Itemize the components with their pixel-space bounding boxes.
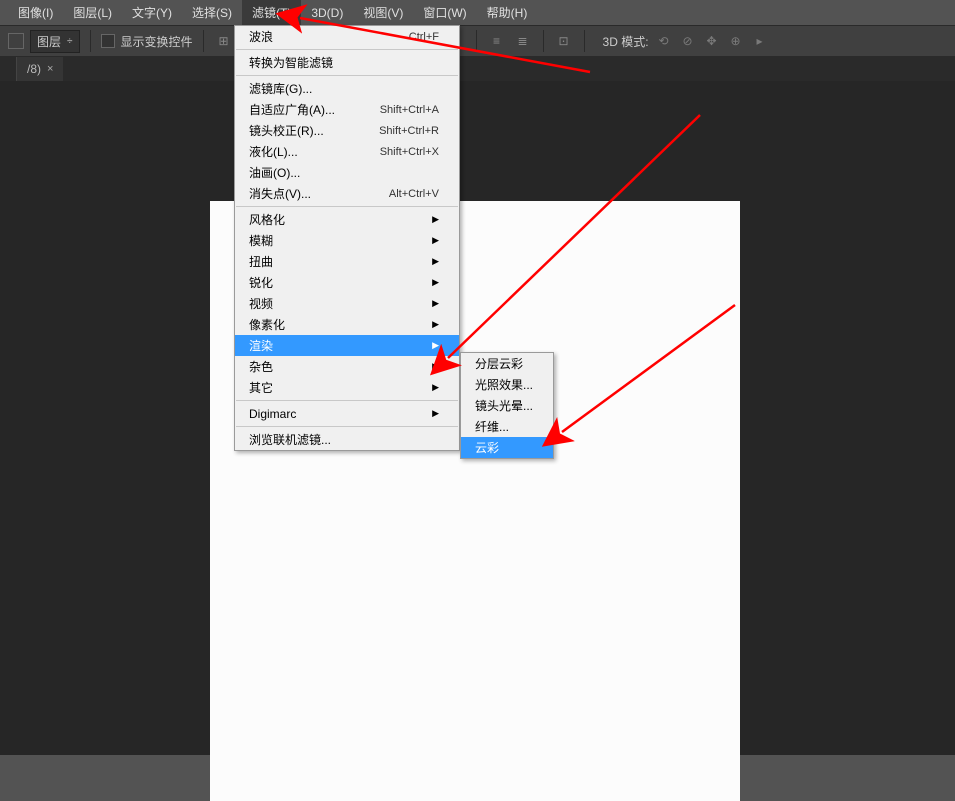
roll-icon[interactable]: ⊘ — [679, 32, 697, 50]
submenu-arrow-icon: ▶ — [432, 408, 439, 419]
submenu-arrow-icon: ▶ — [432, 340, 439, 351]
menu-blur[interactable]: 模糊▶ — [235, 230, 459, 251]
doc-stub — [0, 57, 17, 81]
pan-icon[interactable]: ✥ — [703, 32, 721, 50]
menu-help[interactable]: 帮助(H) — [477, 0, 538, 25]
close-icon[interactable]: × — [47, 63, 53, 75]
distribute-icon-2[interactable]: ≣ — [513, 32, 533, 50]
slide-icon[interactable]: ⊕ — [727, 32, 745, 50]
menu-image[interactable]: 图像(I) — [8, 0, 63, 25]
menu-noise[interactable]: 杂色▶ — [235, 356, 459, 377]
menu-pixelate[interactable]: 像素化▶ — [235, 314, 459, 335]
menu-layer[interactable]: 图层(L) — [63, 0, 122, 25]
menu-filter-gallery[interactable]: 滤镜库(G)... — [235, 78, 459, 99]
menu-video[interactable]: 视频▶ — [235, 293, 459, 314]
align-icon-1[interactable]: ⊞ — [214, 32, 234, 50]
arrange-icon[interactable]: ⊡ — [554, 32, 574, 50]
menu-last-filter[interactable]: 波浪 Ctrl+F — [235, 26, 459, 47]
menu-view[interactable]: 视图(V) — [353, 0, 413, 25]
mode-3d-label: 3D 模式: — [603, 33, 649, 50]
camera-icon[interactable]: ▸ — [751, 32, 769, 50]
menu-adaptive-wide[interactable]: 自适应广角(A)...Shift+Ctrl+A — [235, 99, 459, 120]
separator — [543, 30, 544, 52]
document-tab-label: /8) — [27, 62, 41, 76]
menu-3d[interactable]: 3D(D) — [301, 2, 353, 24]
menu-separator — [236, 400, 458, 401]
separator — [203, 30, 204, 52]
orbit-icon[interactable]: ⟲ — [655, 32, 673, 50]
submenu-lens-flare[interactable]: 镜头光晕... — [461, 395, 553, 416]
chevron-down-icon: ÷ — [67, 36, 73, 47]
menu-window[interactable]: 窗口(W) — [413, 0, 476, 25]
menu-separator — [236, 75, 458, 76]
submenu-arrow-icon: ▶ — [432, 361, 439, 372]
menu-convert-smart[interactable]: 转换为智能滤镜 — [235, 52, 459, 73]
layer-selector-label: 图层 — [37, 33, 61, 50]
menu-filter[interactable]: 滤镜(T) — [242, 0, 301, 25]
menu-text[interactable]: 文字(Y) — [122, 0, 182, 25]
submenu-arrow-icon: ▶ — [432, 214, 439, 225]
submenu-lighting-effects[interactable]: 光照效果... — [461, 374, 553, 395]
submenu-arrow-icon: ▶ — [432, 382, 439, 393]
submenu-arrow-icon: ▶ — [432, 256, 439, 267]
menu-sharpen[interactable]: 锐化▶ — [235, 272, 459, 293]
menu-stylize[interactable]: 风格化▶ — [235, 209, 459, 230]
menu-oil-paint[interactable]: 油画(O)... — [235, 162, 459, 183]
submenu-arrow-icon: ▶ — [432, 277, 439, 288]
submenu-fibers[interactable]: 纤维... — [461, 416, 553, 437]
separator — [90, 30, 91, 52]
menu-vanishing-point[interactable]: 消失点(V)...Alt+Ctrl+V — [235, 183, 459, 204]
show-transform-checkbox[interactable] — [101, 34, 115, 48]
submenu-clouds[interactable]: 云彩 — [461, 437, 553, 458]
document-tab[interactable]: /8) × — [17, 57, 63, 81]
submenu-difference-clouds[interactable]: 分层云彩 — [461, 353, 553, 374]
render-submenu: 分层云彩 光照效果... 镜头光晕... 纤维... 云彩 — [460, 352, 554, 459]
layer-selector[interactable]: 图层 ÷ — [30, 30, 80, 53]
separator — [584, 30, 585, 52]
menu-separator — [236, 206, 458, 207]
show-transform-label: 显示变换控件 — [121, 33, 193, 50]
menu-render[interactable]: 渲染▶ — [235, 335, 459, 356]
menu-lens-correction[interactable]: 镜头校正(R)...Shift+Ctrl+R — [235, 120, 459, 141]
submenu-arrow-icon: ▶ — [432, 319, 439, 330]
separator — [476, 30, 477, 52]
menu-separator — [236, 426, 458, 427]
tool-icon — [8, 33, 24, 49]
submenu-arrow-icon: ▶ — [432, 235, 439, 246]
menubar: 图像(I) 图层(L) 文字(Y) 选择(S) 滤镜(T) 3D(D) 视图(V… — [0, 0, 955, 25]
distribute-icon-1[interactable]: ≡ — [487, 32, 507, 50]
menu-liquify[interactable]: 液化(L)...Shift+Ctrl+X — [235, 141, 459, 162]
menu-distort[interactable]: 扭曲▶ — [235, 251, 459, 272]
menu-browse-online[interactable]: 浏览联机滤镜... — [235, 429, 459, 450]
menu-select[interactable]: 选择(S) — [182, 0, 242, 25]
menu-other[interactable]: 其它▶ — [235, 377, 459, 398]
options-toolbar: 图层 ÷ 显示变换控件 ⊞ ⊟ ≡ ≣ ⊡ 3D 模式: ⟲ ⊘ ✥ ⊕ ▸ — [0, 25, 955, 57]
menu-digimarc[interactable]: Digimarc▶ — [235, 403, 459, 424]
submenu-arrow-icon: ▶ — [432, 298, 439, 309]
menu-separator — [236, 49, 458, 50]
filter-dropdown: 波浪 Ctrl+F 转换为智能滤镜 滤镜库(G)... 自适应广角(A)...S… — [234, 25, 460, 451]
document-tabbar: /8) × — [0, 57, 955, 81]
